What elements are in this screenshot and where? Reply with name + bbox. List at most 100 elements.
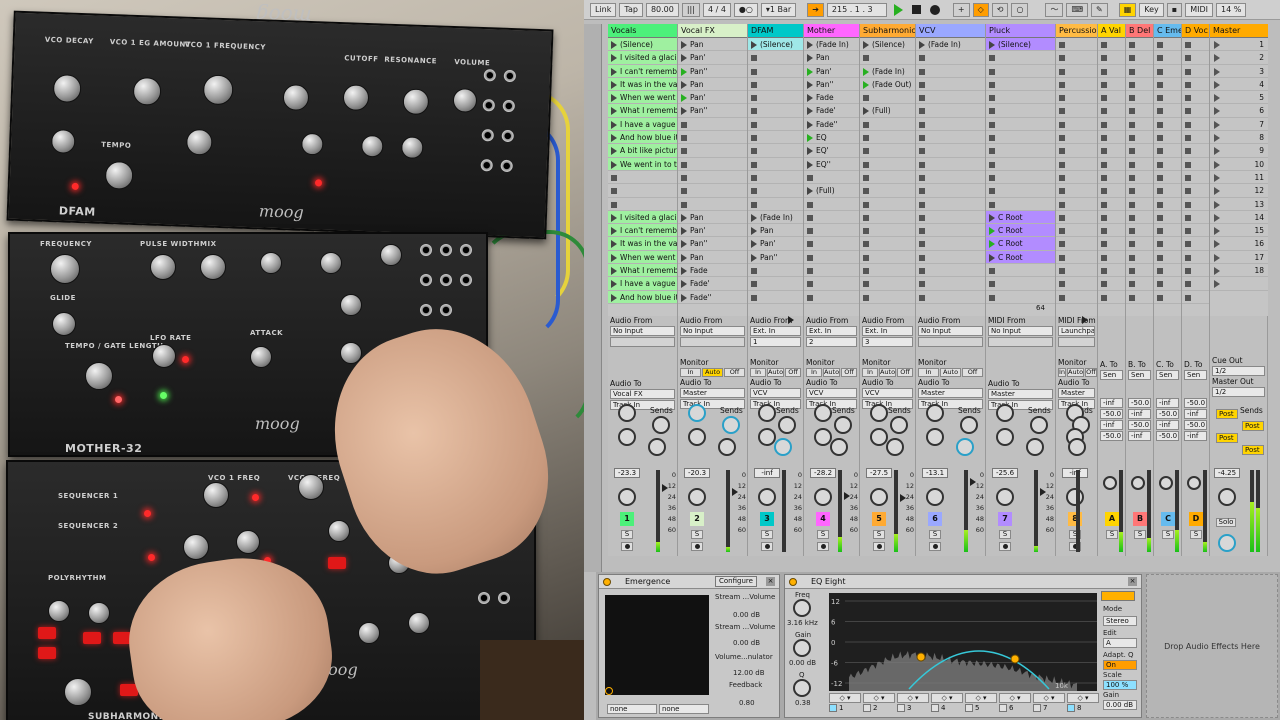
position-field[interactable]: 215 . 1 . 3 bbox=[826, 2, 887, 17]
key-map-button[interactable]: Key bbox=[1139, 2, 1164, 17]
clip-slot[interactable] bbox=[1182, 78, 1209, 92]
clip-slot[interactable] bbox=[1182, 104, 1209, 118]
clip-stop-icon[interactable] bbox=[1185, 42, 1191, 48]
clip-slot[interactable] bbox=[860, 184, 915, 198]
cue-volume-knob[interactable] bbox=[1218, 534, 1236, 552]
track-activator[interactable]: 2 bbox=[690, 512, 704, 526]
clip-launch-icon[interactable] bbox=[807, 41, 813, 49]
eq-band-2[interactable]: ◇ ▾ 2 bbox=[863, 693, 895, 715]
clip-slot[interactable] bbox=[1182, 211, 1209, 225]
clip-stop-icon[interactable] bbox=[1101, 174, 1107, 181]
clip-slot[interactable] bbox=[986, 78, 1055, 92]
gain-knob[interactable] bbox=[793, 639, 811, 657]
clip-slot[interactable]: EQ' bbox=[804, 144, 859, 158]
clip-stop-icon[interactable] bbox=[1129, 268, 1135, 275]
overdub-icon[interactable]: + bbox=[952, 2, 970, 17]
clip-stop-icon[interactable] bbox=[807, 294, 813, 301]
clip-slot[interactable]: (Silence) bbox=[986, 38, 1055, 52]
clip-slot[interactable] bbox=[1182, 198, 1209, 211]
return-activator[interactable]: C bbox=[1161, 512, 1175, 526]
clip-slot[interactable]: It was in the va bbox=[608, 237, 677, 251]
return-send-value[interactable]: -50.0 bbox=[1184, 420, 1207, 430]
scene-launch[interactable]: 16 bbox=[1210, 237, 1268, 251]
knob[interactable] bbox=[380, 244, 402, 266]
filter-type-select[interactable]: ◇ ▾ bbox=[931, 693, 963, 703]
clip-slot[interactable] bbox=[1098, 38, 1125, 52]
return-solo-button[interactable]: S bbox=[1106, 530, 1118, 539]
clip-slot[interactable] bbox=[1182, 291, 1209, 304]
clip-slot[interactable] bbox=[804, 237, 859, 251]
clip-stop-icon[interactable] bbox=[751, 174, 757, 181]
clip-slot[interactable] bbox=[1056, 65, 1097, 78]
emergence-xy-handle[interactable] bbox=[605, 687, 613, 695]
clip-slot[interactable] bbox=[1126, 65, 1153, 78]
clip-slot[interactable] bbox=[1056, 198, 1097, 211]
clip-slot[interactable]: It was in the va bbox=[608, 77, 677, 92]
clip-stop-icon[interactable] bbox=[751, 161, 757, 168]
master-out-select[interactable]: 1/2 bbox=[1212, 387, 1265, 397]
input-type-select[interactable]: No Input bbox=[680, 326, 745, 336]
send-b-knob[interactable] bbox=[1030, 416, 1048, 434]
clip-stop-icon[interactable] bbox=[1101, 268, 1107, 275]
freq-value[interactable]: 3.16 kHz bbox=[787, 619, 818, 627]
send-a-knob[interactable] bbox=[688, 404, 706, 422]
clip-launch-icon[interactable] bbox=[863, 107, 869, 116]
output-type-select[interactable]: Vocal FX bbox=[610, 389, 675, 399]
knob[interactable] bbox=[85, 362, 113, 390]
eq-mode-icons[interactable] bbox=[1101, 591, 1135, 601]
clip-stop-icon[interactable] bbox=[1059, 214, 1065, 221]
scene-launch[interactable]: 8 bbox=[1210, 131, 1268, 145]
clip-slot[interactable]: I have a vague bbox=[608, 117, 677, 132]
clip-stop-icon[interactable] bbox=[989, 68, 995, 75]
clip-slot[interactable]: I can't rememb bbox=[608, 64, 677, 78]
clip-slot[interactable] bbox=[1126, 277, 1153, 291]
clip-stop-icon[interactable] bbox=[1129, 294, 1135, 301]
return-output-select[interactable]: Sen bbox=[1184, 370, 1207, 380]
clip-stop-icon[interactable] bbox=[1157, 95, 1163, 102]
power-icon[interactable] bbox=[789, 578, 797, 586]
clip-launch-icon[interactable] bbox=[611, 213, 617, 222]
send-a-knob[interactable] bbox=[996, 404, 1014, 422]
clip-slot[interactable] bbox=[986, 264, 1055, 278]
clip-slot[interactable] bbox=[748, 291, 803, 304]
clip-slot[interactable]: And how blue it bbox=[608, 131, 677, 145]
clip-slot[interactable]: (Fade In) bbox=[916, 38, 985, 52]
clip-slot[interactable]: I visited a glaci bbox=[608, 51, 677, 65]
send-d-knob[interactable] bbox=[886, 438, 904, 456]
monitor-auto-button[interactable]: Auto bbox=[878, 368, 897, 377]
clip-slot[interactable] bbox=[748, 118, 803, 132]
clip-slot[interactable] bbox=[1098, 131, 1125, 145]
clip-slot[interactable] bbox=[1154, 91, 1181, 105]
clip-launch-icon[interactable] bbox=[611, 227, 617, 236]
clip-stop-icon[interactable] bbox=[751, 188, 757, 195]
clip-slot[interactable] bbox=[748, 78, 803, 92]
clip-slot[interactable] bbox=[748, 198, 803, 211]
clip-stop-icon[interactable] bbox=[1129, 254, 1135, 261]
clip-stop-icon[interactable] bbox=[1185, 68, 1191, 75]
master-solo-button[interactable]: Solo bbox=[1216, 518, 1236, 527]
scene-launch-icon[interactable] bbox=[1214, 253, 1220, 262]
clip-launch-icon[interactable] bbox=[681, 67, 687, 76]
clip-slot[interactable]: (Fade In) bbox=[748, 211, 803, 225]
send-d-knob[interactable] bbox=[648, 438, 666, 456]
clip-launch-icon[interactable] bbox=[681, 267, 687, 276]
midi-map-button[interactable]: MIDI bbox=[1185, 2, 1213, 17]
clip-slot[interactable] bbox=[1056, 104, 1097, 118]
clip-slot[interactable] bbox=[678, 131, 747, 145]
emergence-display[interactable] bbox=[605, 595, 709, 695]
clip-slot[interactable]: Pan'' bbox=[678, 104, 747, 118]
knob[interactable] bbox=[250, 346, 272, 368]
scene-launch-icon[interactable] bbox=[1214, 280, 1220, 289]
track-header[interactable]: Vocal FX bbox=[678, 24, 747, 38]
monitor-in-button[interactable]: In bbox=[750, 368, 766, 377]
clip-stop-icon[interactable] bbox=[919, 241, 925, 248]
knob[interactable] bbox=[360, 134, 384, 158]
return-pan-knob[interactable] bbox=[1159, 476, 1173, 490]
clip-slot[interactable]: Pan' bbox=[678, 51, 747, 65]
return-send-value[interactable]: -50.0 bbox=[1184, 398, 1207, 408]
clip-slot[interactable] bbox=[916, 158, 985, 171]
clip-stop-icon[interactable] bbox=[807, 281, 813, 288]
clip-stop-icon[interactable] bbox=[989, 281, 995, 288]
clip-stop-icon[interactable] bbox=[1059, 294, 1065, 301]
clip-slot[interactable] bbox=[1182, 224, 1209, 238]
